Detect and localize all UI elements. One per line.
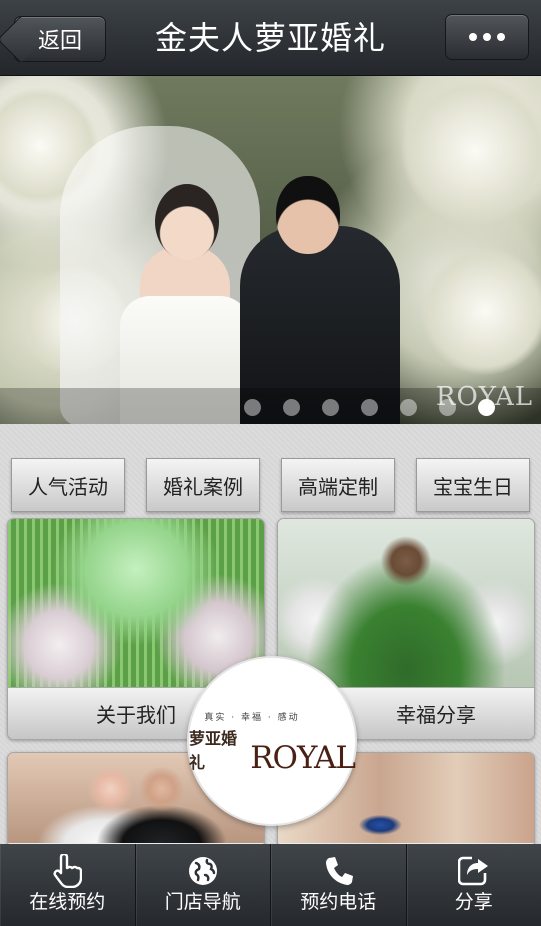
top-navigation-bar: 返回 金夫人萝亚婚礼 xyxy=(0,0,541,76)
logo-chinese-name: 萝亚婚礼 xyxy=(189,728,238,772)
logo-wordmark: 萝亚婚礼 ROYAL xyxy=(189,725,356,776)
flower-decoration xyxy=(420,246,541,376)
logo-english-name: ROYAL xyxy=(250,739,356,776)
share-icon xyxy=(457,854,491,888)
booking-phone-label: 预约电话 xyxy=(300,891,377,913)
flower-decoration xyxy=(400,76,541,226)
phone-icon xyxy=(321,854,355,888)
carousel-dot[interactable] xyxy=(400,399,417,416)
carousel-dot[interactable] xyxy=(322,399,339,416)
about-us-photo xyxy=(8,519,264,687)
hand-pointer-icon xyxy=(50,854,84,888)
more-options-button[interactable] xyxy=(445,14,529,60)
happiness-share-photo xyxy=(278,519,534,687)
carousel-dot[interactable] xyxy=(244,399,261,416)
more-dot-icon xyxy=(469,33,477,41)
carousel-dot[interactable] xyxy=(439,399,456,416)
tab-wedding-cases[interactable]: 婚礼案例 xyxy=(146,458,260,512)
carousel-dot[interactable] xyxy=(283,399,300,416)
online-booking-label: 在线预约 xyxy=(29,891,106,913)
store-navigation-button[interactable]: 门店导航 xyxy=(136,844,271,926)
online-booking-button[interactable]: 在线预约 xyxy=(0,844,136,926)
share-button[interactable]: 分享 xyxy=(407,844,541,926)
tab-popular-events[interactable]: 人气活动 xyxy=(11,458,125,512)
category-tabs: 人气活动 婚礼案例 高端定制 宝宝生日 xyxy=(0,458,541,512)
store-navigation-label: 门店导航 xyxy=(164,891,241,913)
booking-phone-button[interactable]: 预约电话 xyxy=(271,844,407,926)
back-button[interactable]: 返回 xyxy=(14,16,106,62)
tab-custom[interactable]: 高端定制 xyxy=(281,458,395,512)
logo-slogan: 真实 · 幸福 · 感动 xyxy=(204,712,300,723)
more-dot-icon xyxy=(497,33,505,41)
tab-baby-birthday[interactable]: 宝宝生日 xyxy=(416,458,530,512)
share-label: 分享 xyxy=(454,891,493,913)
bottom-navigation: 在线预约 门店导航 预约电话 分享 xyxy=(0,844,541,926)
bride-head xyxy=(155,184,219,260)
brand-logo[interactable]: 真实 · 幸福 · 感动 萝亚婚礼 ROYAL xyxy=(187,656,357,826)
carousel-dot-active[interactable] xyxy=(478,399,495,416)
banner-carousel[interactable]: ROYAL xyxy=(0,76,541,424)
globe-icon xyxy=(186,854,220,888)
back-button-label: 返回 xyxy=(37,29,82,54)
carousel-dots xyxy=(244,399,495,416)
page-title: 金夫人萝亚婚礼 xyxy=(154,19,386,57)
more-dot-icon xyxy=(483,33,491,41)
carousel-dot[interactable] xyxy=(361,399,378,416)
groom-head xyxy=(276,176,340,254)
